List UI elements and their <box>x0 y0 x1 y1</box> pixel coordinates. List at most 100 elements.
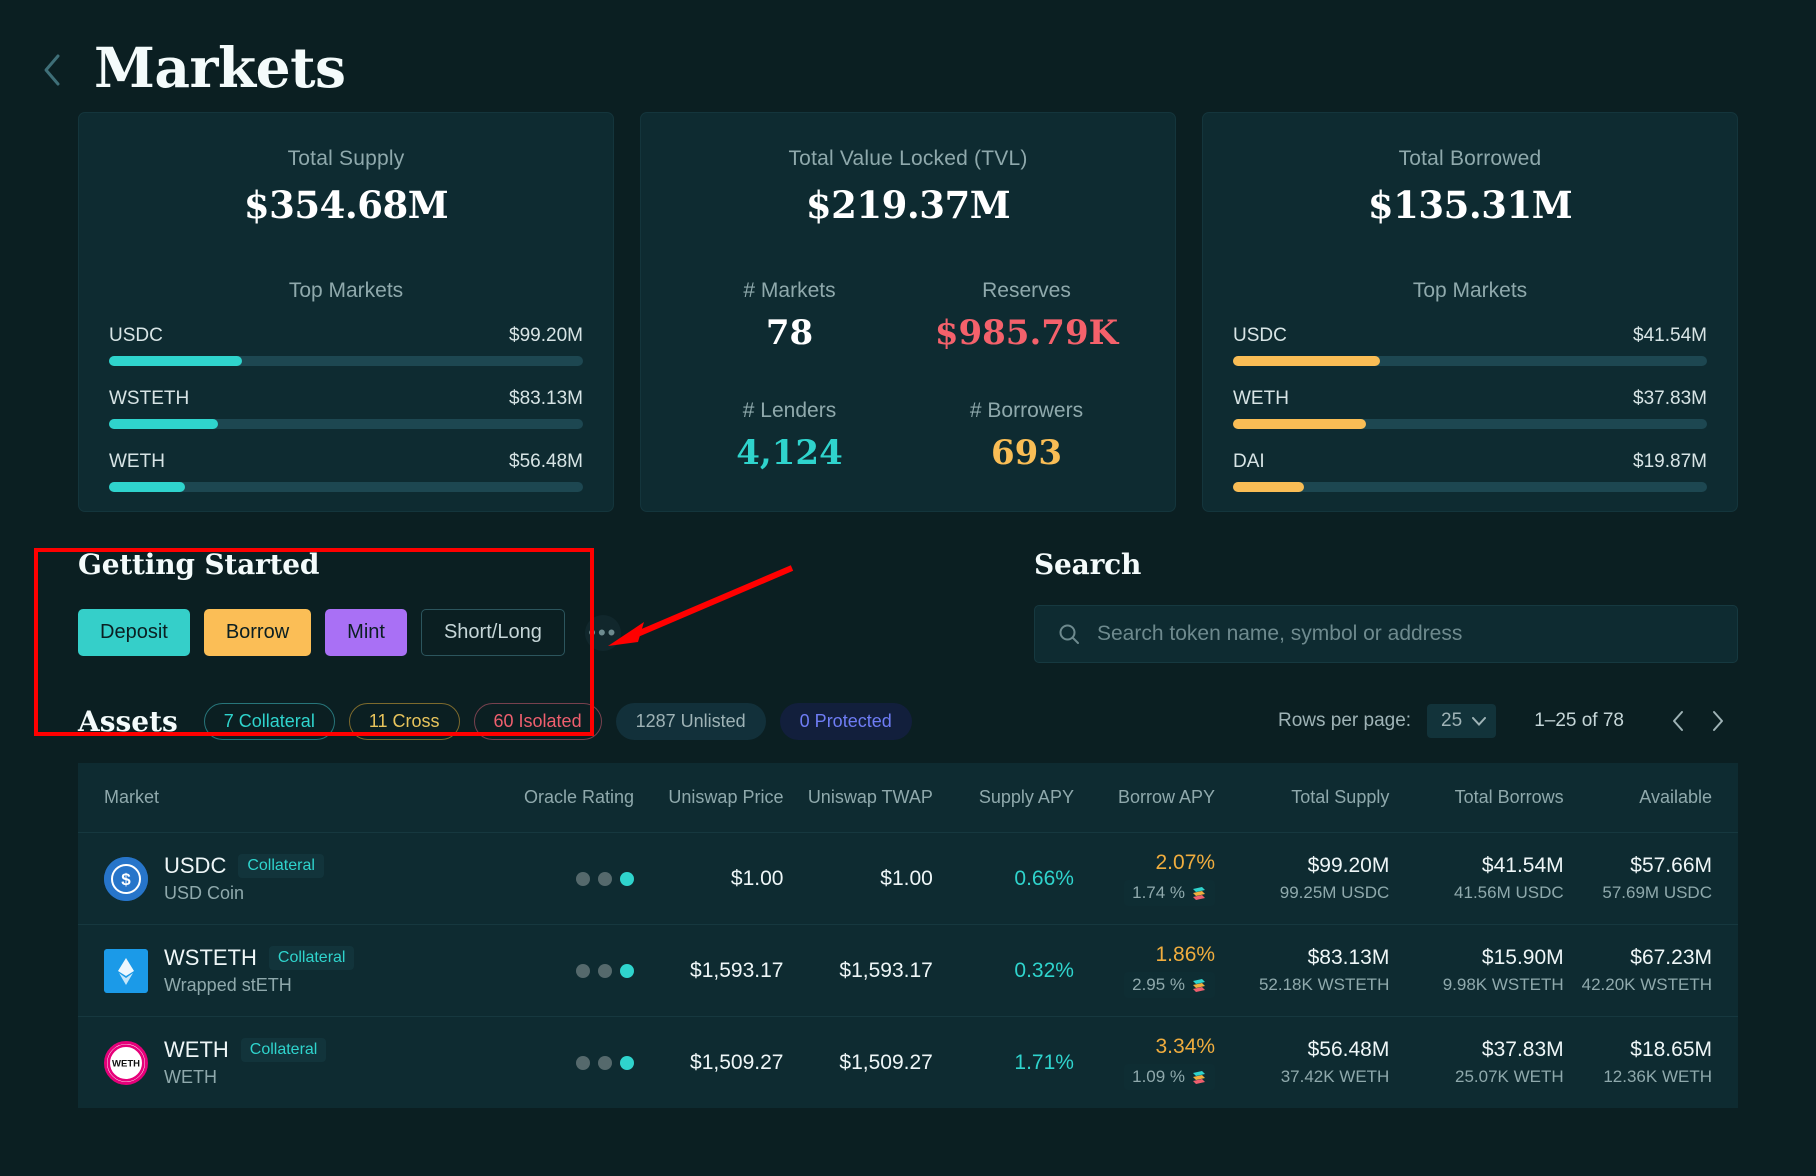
search-input[interactable] <box>1097 622 1715 646</box>
oracle-dot <box>576 964 590 978</box>
row-badge: Collateral <box>238 854 324 878</box>
short-long-button[interactable]: Short/Long <box>421 609 565 656</box>
oracle-dot <box>620 872 634 886</box>
table-row[interactable]: WSTETH Collateral Wrapped stETH <box>78 925 1738 1017</box>
market-amount: $83.13M <box>509 388 583 410</box>
oracle-rating-dots <box>476 1056 634 1070</box>
filter-chip-protected[interactable]: 0 Protected <box>780 703 912 740</box>
column-available[interactable]: Available <box>1564 763 1738 833</box>
assets-title: Assets <box>78 705 178 738</box>
borrow-apy-cell: 3.34% 1.09 % <box>1074 1017 1215 1109</box>
card-sub-label: Top Markets <box>109 279 583 303</box>
borrow-button[interactable]: Borrow <box>204 609 311 656</box>
prev-page-button[interactable] <box>1658 701 1698 741</box>
row-symbol: USDC <box>164 853 226 879</box>
filter-chip-cross[interactable]: 11 Cross <box>349 703 460 740</box>
uniswap-twap-cell: $1,509.27 <box>783 1017 932 1109</box>
back-button[interactable] <box>32 50 72 90</box>
metric-markets: # Markets 78 <box>671 279 908 353</box>
svg-text:WETH: WETH <box>112 1058 140 1069</box>
card-label: Total Borrowed <box>1233 147 1707 171</box>
market-amount: $99.20M <box>509 325 583 347</box>
market-symbol: USDC <box>109 325 163 347</box>
getting-started-title: Getting Started <box>78 548 638 581</box>
row-name: WETH <box>164 1067 326 1088</box>
search-title: Search <box>1034 548 1738 581</box>
filter-chip-unlisted[interactable]: 1287 Unlisted <box>616 703 766 740</box>
row-badge: Collateral <box>269 946 355 970</box>
metric-value: 4,124 <box>671 433 908 473</box>
market-bar-fill <box>1233 482 1304 492</box>
borrow-apy-sub: 1.74 % <box>1124 880 1215 906</box>
rows-per-page-label: Rows per page: <box>1278 710 1411 732</box>
market-amount: $19.87M <box>1633 451 1707 473</box>
column-oracle-rating[interactable]: Oracle Rating <box>476 763 634 833</box>
more-actions-icon[interactable]: ••• <box>585 615 621 651</box>
metric-label: # Markets <box>671 279 908 303</box>
available-value: $18.65M <box>1564 1038 1712 1062</box>
uniswap-price-cell: $1,509.27 <box>634 1017 783 1109</box>
row-badge: Collateral <box>241 1038 327 1062</box>
column-total-supply[interactable]: Total Supply <box>1215 763 1389 833</box>
market-bar-fill <box>109 482 185 492</box>
total-supply-sub: 99.25M USDC <box>1215 883 1389 903</box>
column-borrow-apy[interactable]: Borrow APY <box>1074 763 1215 833</box>
supply-apy-cell: 0.66% <box>933 833 1074 925</box>
column-uniswap-price[interactable]: Uniswap Price <box>634 763 783 833</box>
table-row[interactable]: $ USDC Collateral USD Coin <box>78 833 1738 925</box>
search-icon <box>1057 622 1081 646</box>
oracle-rating-cell <box>476 833 634 925</box>
row-name: Wrapped stETH <box>164 975 354 996</box>
rewards-stack-icon <box>1191 1069 1207 1085</box>
search-box[interactable] <box>1034 605 1738 663</box>
oracle-dot <box>620 964 634 978</box>
rows-per-page-select[interactable]: 25 <box>1427 704 1496 738</box>
metric-label: # Borrowers <box>908 399 1145 423</box>
market-amount: $37.83M <box>1633 388 1707 410</box>
stat-card-total-borrowed: Total Borrowed $135.31M Top Markets USDC… <box>1202 112 1738 512</box>
total-supply-value: $83.13M <box>1215 946 1389 970</box>
stat-cards: Total Supply $354.68M Top Markets USDC $… <box>0 112 1816 512</box>
rewards-stack-icon <box>1191 885 1207 901</box>
column-uniswap-twap[interactable]: Uniswap TWAP <box>783 763 932 833</box>
borrow-apy-cell: 1.86% 2.95 % <box>1074 925 1215 1017</box>
column-supply-apy[interactable]: Supply APY <box>933 763 1074 833</box>
table-row[interactable]: WETH WETH Collateral WETH <box>78 1017 1738 1109</box>
supply-apy-cell: 0.32% <box>933 925 1074 1017</box>
deposit-button[interactable]: Deposit <box>78 609 190 656</box>
market-bar-fill <box>109 356 242 366</box>
uniswap-twap-cell: $1.00 <box>783 833 932 925</box>
table-header: Market Oracle Rating Uniswap Price Unisw… <box>78 763 1738 833</box>
metric-reserves: Reserves $985.79K <box>908 279 1145 353</box>
card-label: Total Supply <box>109 147 583 171</box>
supply-apy-value: 0.32% <box>933 959 1074 983</box>
market-bar-track <box>109 419 583 429</box>
total-borrows-sub: 25.07K WETH <box>1389 1067 1563 1087</box>
top-market-row: WETH $56.48M <box>109 451 583 492</box>
market-bar-track <box>109 482 583 492</box>
card-value: $354.68M <box>109 183 583 227</box>
filter-chip-isolated[interactable]: 60 Isolated <box>474 703 602 740</box>
card-sub-label: Top Markets <box>1233 279 1707 303</box>
metric-value: $985.79K <box>908 313 1145 353</box>
supply-apy-value: 0.66% <box>933 867 1074 891</box>
stat-card-tvl: Total Value Locked (TVL) $219.37M # Mark… <box>640 112 1176 512</box>
next-page-button[interactable] <box>1698 701 1738 741</box>
column-market[interactable]: Market <box>78 763 476 833</box>
metric-label: # Lenders <box>671 399 908 423</box>
wsteth-logo-icon <box>104 949 148 993</box>
available-sub: 57.69M USDC <box>1564 883 1712 903</box>
filter-chip-collateral[interactable]: 7 Collateral <box>204 703 335 740</box>
total-borrows-cell: $37.83M 25.07K WETH <box>1389 1017 1563 1109</box>
column-total-borrows[interactable]: Total Borrows <box>1389 763 1563 833</box>
page-header: Markets <box>0 0 1816 112</box>
row-name: USD Coin <box>164 883 324 904</box>
mint-button[interactable]: Mint <box>325 609 407 656</box>
oracle-rating-cell <box>476 925 634 1017</box>
usdc-logo-icon: $ <box>104 857 148 901</box>
row-symbol: WETH <box>164 1037 229 1063</box>
uniswap-price-cell: $1.00 <box>634 833 783 925</box>
oracle-rating-cell <box>476 1017 634 1109</box>
market-cell: WSTETH Collateral Wrapped stETH <box>78 925 476 1017</box>
borrow-apy-sub: 1.09 % <box>1124 1064 1215 1090</box>
